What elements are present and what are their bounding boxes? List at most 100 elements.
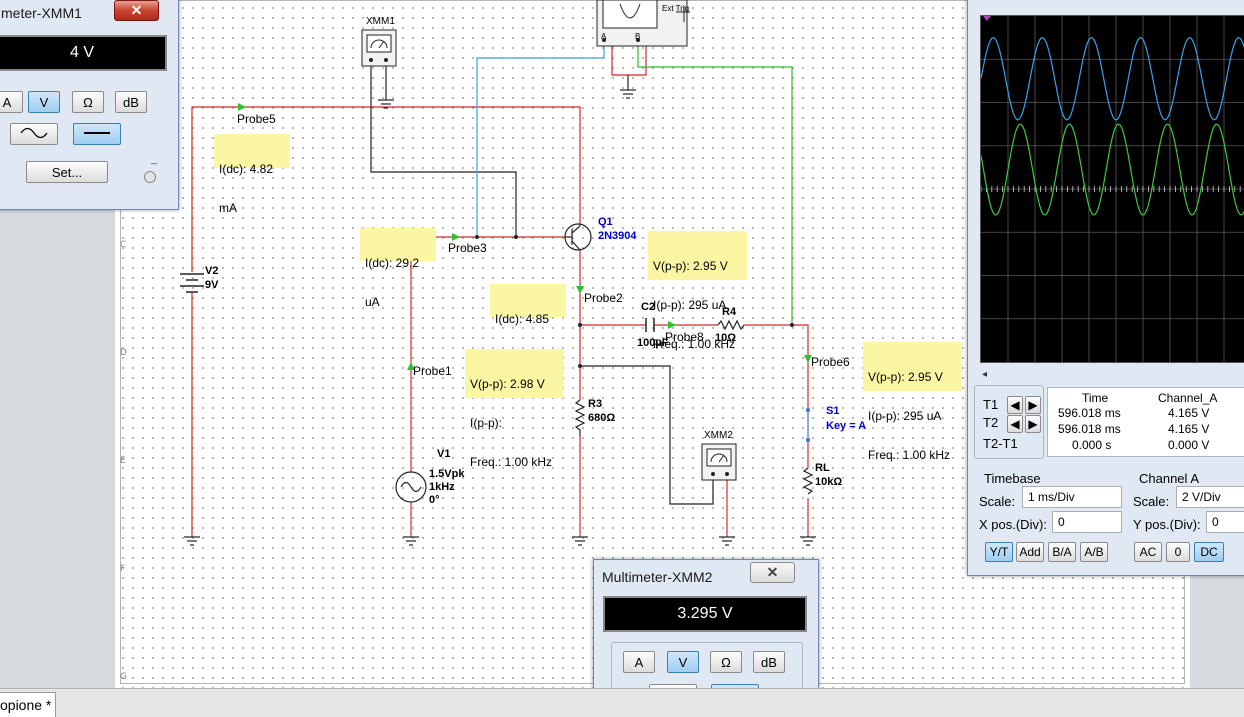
rl-ref-label: RL [815,462,830,474]
oscilloscope-screen [980,15,1244,363]
channel-a-header: Channel_A [1158,391,1218,405]
ypos-label: Y pos.(Div): [1133,517,1201,532]
probe2-name: Probe2 [584,291,623,305]
ground-v1 [403,536,419,546]
probe3-name: Probe3 [448,241,487,255]
multimeter-xmm2-title: Multimeter-XMM2 [602,569,713,585]
probe6-line-2: I(p-p): 295 uA [868,409,942,423]
probe-q1-line-2: I(p-p): 295 uA [653,298,727,312]
t1-channel-value: 4.165 V [1168,406,1210,420]
t2-t1-label: T2-T1 [983,436,1018,451]
minimize-mark-icon: _ [151,153,158,165]
multimeter-xmm1-ohm-button[interactable]: Ω [72,91,104,113]
dc-line-icon [84,132,110,134]
probe5-line-1: I(dc): 4.82 [219,162,274,176]
multimeter-xmm2-display: 3.295 V [603,596,807,632]
cursor-readout-table: Time Channel_A 596.018 ms 4.165 V 596.01… [1047,387,1244,457]
probe6-line-3: Freq.: 1.00 kHz [868,448,951,462]
multimeter-xmm1-db-button[interactable]: dB [115,91,147,113]
multimeter-xmm2-db-button[interactable]: dB [753,651,785,673]
wire-r4-rl [744,324,809,408]
probe6-name: Probe6 [811,355,850,369]
scroll-left-arrow-icon[interactable]: ◂ [982,369,987,380]
trigger-marker-icon [983,16,991,21]
multimeter-xmm1-dc-button[interactable] [73,123,121,145]
resistor-rl-symbol [802,467,814,495]
probe-q1-line-3: Freq.: 1.00 kHz [653,337,736,351]
multimeter-xmm2-close-button[interactable]: ✕ [750,562,795,583]
multimeter-xmm2-ohm-button[interactable]: Ω [710,651,742,673]
t2-right-arrow-icon[interactable]: ▶ [1025,415,1041,433]
xpos-label: X pos.(Div): [979,517,1047,532]
rl-value-label: 10kΩ [815,476,843,488]
yt-mode-button[interactable]: Y/T [985,542,1013,562]
multimeter-xmm1-set-button[interactable]: Set... [26,161,108,183]
zero-coupling-button[interactable]: 0 [1166,542,1190,562]
channel-a-title: Channel A [1139,471,1199,486]
ab-mode-button[interactable]: A/B [1080,542,1108,562]
probe2-arrow [576,286,584,294]
v1-phase-label: 0° [429,494,440,506]
multisim-window: C D E F G XMM1 XMM2 Ext Trig A B Q1 2N39… [0,0,1244,717]
probe6-readout: V(p-p): 2.95 V I(p-p): 295 uA Freq.: 1.0… [863,342,962,462]
oscilloscope-window[interactable]: ◂ T1 ◀ ▶ T2 ◀ ▶ T2-T1 Time Channel_A 596… [967,0,1244,576]
xmm1-instrument-symbol [361,29,397,67]
probe2-line-1: I(dc): 4.85 [495,312,550,326]
cursor-controls: T1 ◀ ▶ T2 ◀ ▶ T2-T1 [974,385,1044,459]
channel-a-scale-label: Scale: [1133,494,1170,509]
probe3-line-2: uA [365,295,380,309]
transistor-q1-symbol [564,223,592,251]
ground-v2 [184,536,200,546]
timebase-scale-label: Scale: [979,494,1016,509]
q1-model-label: 2N3904 [598,230,637,242]
multimeter-xmm1-volt-button[interactable]: V [28,91,60,113]
multimeter-xmm1-close-button[interactable]: ✕ [114,0,159,21]
xpos-field[interactable]: 0 [1052,511,1122,533]
t1-label: T1 [983,397,999,412]
scope-b-label: B [635,32,641,41]
switch-s1-symbol [806,408,810,442]
add-mode-button[interactable]: Add [1016,542,1044,562]
timebase-scale-field[interactable]: 1 ms/Div [1022,486,1122,508]
probe1-line-3: Freq.: 1.00 kHz [470,455,553,469]
probe5-line-2: mA [219,201,237,215]
dc-coupling-button[interactable]: DC [1194,542,1224,562]
t1-right-arrow-icon[interactable]: ▶ [1025,396,1041,414]
scope-ext-trig-label: Ext Trig [662,4,690,13]
t2-left-arrow-icon[interactable]: ◀ [1007,415,1023,433]
ground-scope [620,89,636,99]
battery-v2-symbol [180,273,204,293]
document-tab[interactable]: opione * [0,692,57,717]
ac-coupling-button[interactable]: AC [1134,542,1162,562]
multimeter-xmm2-amp-button[interactable]: A [623,651,655,673]
probe3-line-1: I(dc): 29.2 [365,256,420,270]
q1-ref-label: Q1 [598,216,613,228]
xmm2-ref-label: XMM2 [704,430,733,441]
multimeter-xmm1-display: 4 V [0,35,167,71]
time-header: Time [1082,391,1109,405]
probe1-name: Probe1 [413,364,452,378]
probe2-readout: I(dc): 4.85 mA [490,284,566,365]
scope-a-label: A [601,32,607,41]
probe5-readout: I(dc): 4.82 mA [214,134,290,215]
probe6-line-1: V(p-p): 2.95 V [868,370,943,384]
probe5-name: Probe5 [237,112,276,126]
multimeter-xmm2-volt-button[interactable]: V [667,651,699,673]
ypos-field[interactable]: 0 [1206,511,1244,533]
multimeter-xmm1-window[interactable]: meter-XMM1 ✕ 4 V A V Ω dB Set... _ [0,0,179,210]
v2-value-label: 9V [205,279,219,291]
xmm2-instrument-symbol [701,443,737,481]
t2-label: T2 [983,415,999,430]
multimeter-xmm1-amp-button[interactable]: A [0,91,23,113]
probe1-line-1: V(p-p): 2.98 V [470,377,545,391]
channel-a-scale-field[interactable]: 2 V/Div [1176,486,1244,508]
probe-q1-line-1: V(p-p): 2.95 V [653,259,728,273]
t2-time-value: 596.018 ms [1058,422,1121,436]
ba-mode-button[interactable]: B/A [1048,542,1076,562]
settings-radio-icon [144,171,156,183]
multimeter-xmm1-ac-button[interactable] [10,123,58,145]
ground-xmm2 [719,536,735,546]
t1-left-arrow-icon[interactable]: ◀ [1007,396,1023,414]
v2-ref-label: V2 [205,265,219,277]
channel-b-trace [980,123,1244,216]
